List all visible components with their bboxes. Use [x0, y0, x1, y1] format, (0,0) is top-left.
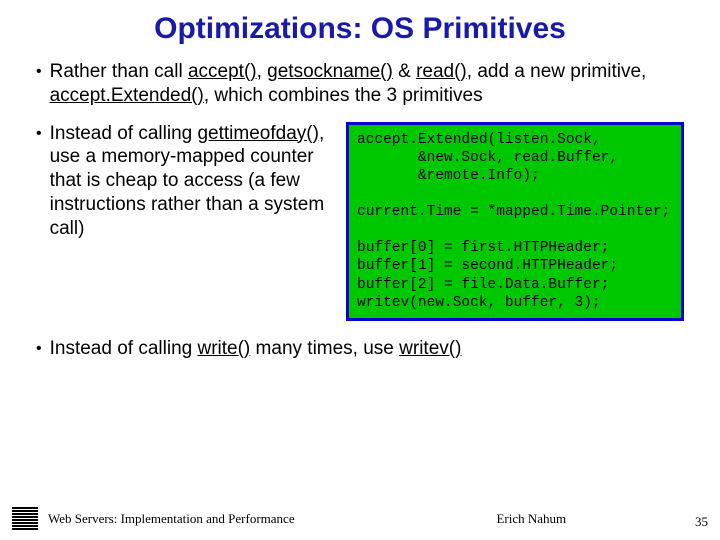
bullet-2: • Instead of calling gettimeofday(), use… — [36, 122, 336, 241]
text: , add a new primitive, — [467, 61, 647, 82]
text: Rather than call — [50, 61, 188, 82]
code-line: &remote.Info); — [357, 168, 540, 184]
underline-acceptextended: accept.Extended() — [50, 85, 204, 106]
middle-row: • Instead of calling gettimeofday(), use… — [36, 122, 684, 321]
slide-footer: Web Servers: Implementation and Performa… — [0, 507, 720, 530]
underline-gettimeofday: gettimeofday() — [197, 123, 318, 144]
underline-writev: writev() — [399, 338, 461, 359]
footer-author: Erich Nahum — [436, 511, 566, 527]
code-line: current.Time = *mapped.Time.Pointer; — [357, 204, 670, 220]
underline-accept: accept() — [188, 61, 257, 82]
bullet-dot: • — [36, 62, 42, 108]
code-line: writev(new.Sock, buffer, 3); — [357, 295, 601, 311]
code-box: accept.Extended(listen.Sock, &new.Sock, … — [346, 122, 684, 321]
text: Instead of calling — [50, 123, 198, 144]
text: & — [393, 61, 416, 82]
bullet-3: • Instead of calling write() many times,… — [36, 337, 684, 361]
bullet-3-text: Instead of calling write() many times, u… — [50, 337, 684, 361]
underline-write: write() — [197, 338, 250, 359]
code-line: accept.Extended(listen.Sock, — [357, 132, 601, 148]
code-line: &new.Sock, read.Buffer, — [357, 150, 618, 166]
text: , — [257, 61, 268, 82]
code-line: buffer[0] = first.HTTPHeader; — [357, 240, 609, 256]
bullet-1: • Rather than call accept(), getsockname… — [36, 60, 684, 108]
slide-content: • Rather than call accept(), getsockname… — [0, 60, 720, 361]
ibm-logo-icon — [12, 507, 38, 530]
bullet-1-text: Rather than call accept(), getsockname()… — [50, 60, 684, 108]
bullet-dot: • — [36, 124, 42, 241]
underline-read: read() — [416, 61, 467, 82]
slide-title: Optimizations: OS Primitives — [0, 0, 720, 60]
text: many times, use — [250, 338, 399, 359]
page-number: 35 — [695, 514, 708, 530]
code-line: buffer[2] = file.Data.Buffer; — [357, 277, 609, 293]
underline-getsockname: getsockname() — [267, 61, 393, 82]
bullet-2-text: Instead of calling gettimeofday(), use a… — [50, 122, 336, 241]
code-line: buffer[1] = second.HTTPHeader; — [357, 258, 618, 274]
logo-bars — [12, 507, 38, 530]
text: Instead of calling — [50, 338, 198, 359]
footer-title: Web Servers: Implementation and Performa… — [48, 511, 295, 527]
text: , which combines the 3 primitives — [204, 85, 483, 106]
bullet-dot: • — [36, 339, 42, 361]
